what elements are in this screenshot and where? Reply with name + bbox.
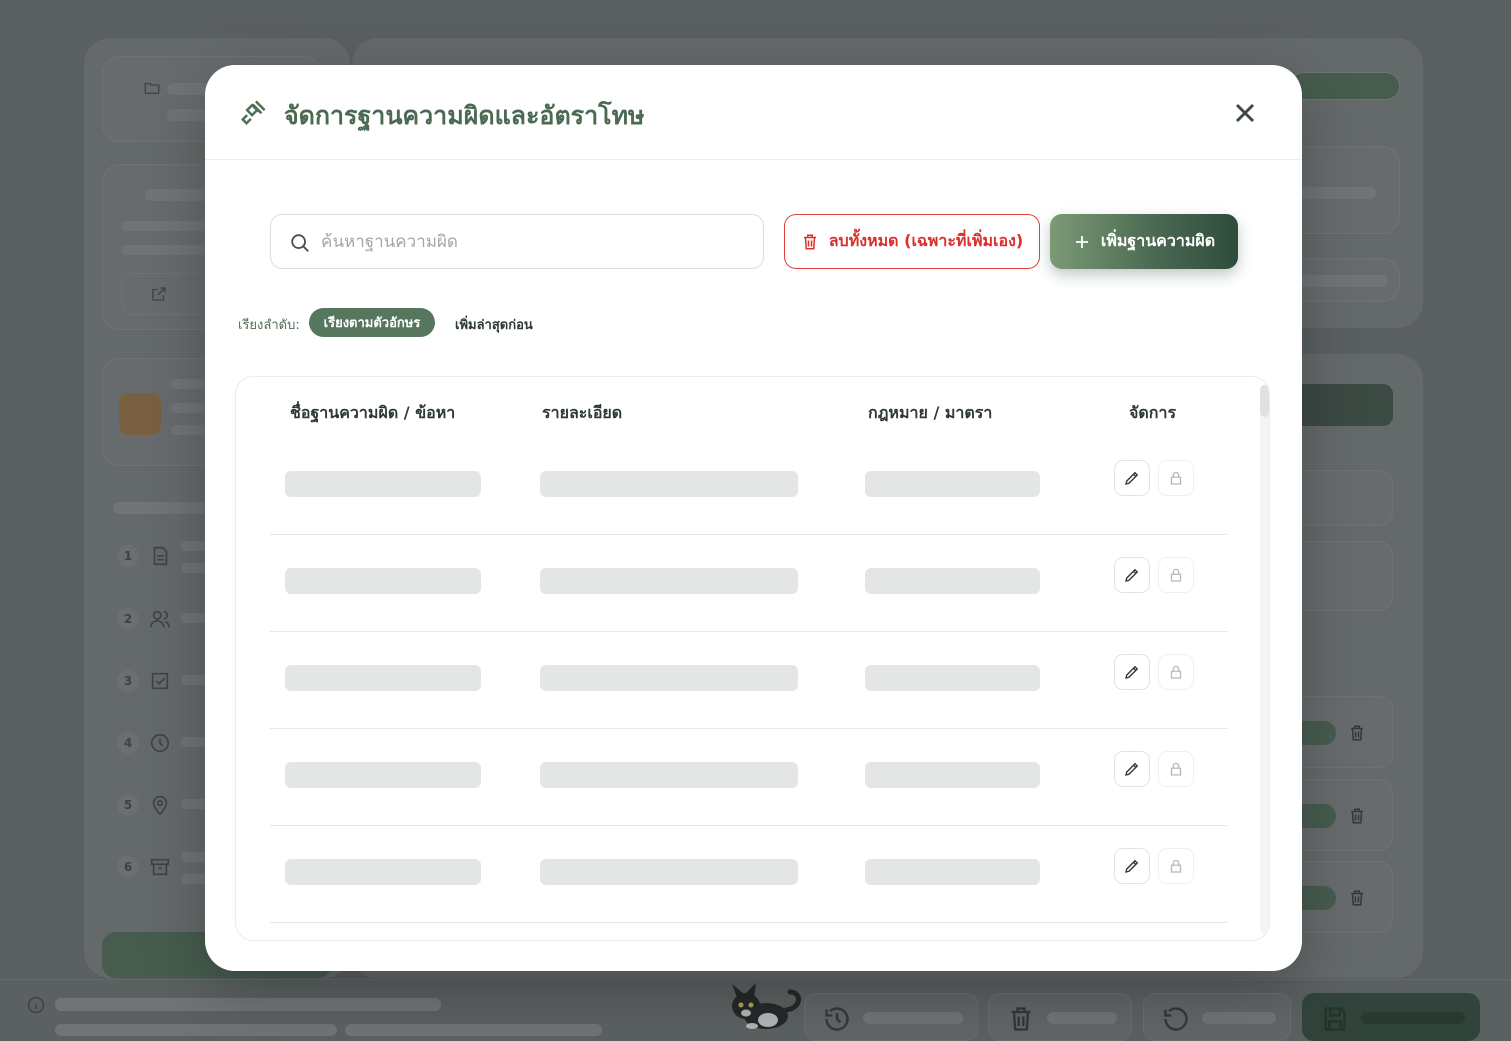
close-button[interactable]: [1229, 97, 1261, 129]
pencil-icon: [1125, 859, 1139, 873]
law-section-skeleton: [865, 568, 1040, 594]
edit-button[interactable]: [1114, 848, 1150, 884]
table-row: [270, 632, 1227, 729]
lock-button: [1158, 654, 1194, 690]
plus-icon: [1075, 235, 1088, 248]
sort-option-alphabetical[interactable]: เรียงตามตัวอักษร: [309, 308, 435, 337]
table-row: [270, 535, 1227, 632]
law-section-skeleton: [865, 665, 1040, 691]
details-skeleton: [540, 762, 798, 788]
column-header-law-section: กฎหมาย / มาตรา: [868, 403, 993, 422]
search-input[interactable]: [321, 223, 751, 261]
manage-offenses-modal: จัดการฐานความผิดและอัตราโทษ ลบทั้งหมด (เ…: [205, 65, 1302, 971]
close-icon: [1235, 103, 1255, 123]
pencil-icon: [1125, 665, 1139, 679]
details-skeleton: [540, 471, 798, 497]
lock-icon: [1170, 762, 1182, 776]
column-header-offense-name: ชื่อฐานความผิด / ข้อหา: [290, 403, 456, 422]
table-row: [270, 438, 1227, 535]
lock-icon: [1170, 859, 1182, 873]
table-row: [270, 729, 1227, 826]
pencil-icon: [1125, 471, 1139, 485]
lock-icon: [1170, 665, 1182, 679]
scrollbar-thumb[interactable]: [1260, 385, 1269, 417]
trash-icon: [803, 234, 816, 249]
offense-name-skeleton: [285, 665, 481, 691]
offense-name-skeleton: [285, 471, 481, 497]
search-icon: [289, 232, 311, 254]
lock-button: [1158, 557, 1194, 593]
lock-button: [1158, 751, 1194, 787]
sort-option-newest[interactable]: เพิ่มล่าสุดก่อน: [455, 314, 533, 335]
law-section-skeleton: [865, 762, 1040, 788]
pencil-icon: [1125, 568, 1139, 582]
column-header-actions: จัดการ: [1129, 403, 1177, 422]
details-skeleton: [540, 665, 798, 691]
details-skeleton: [540, 859, 798, 885]
offense-name-skeleton: [285, 859, 481, 885]
edit-button[interactable]: [1114, 460, 1150, 496]
gavel-icon: [239, 97, 269, 127]
edit-button[interactable]: [1114, 654, 1150, 690]
table-row: [270, 826, 1227, 923]
search-box: [270, 214, 764, 269]
edit-button[interactable]: [1114, 751, 1150, 787]
column-header-details: รายละเอียด: [542, 403, 623, 422]
lock-button: [1158, 848, 1194, 884]
lock-icon: [1170, 568, 1182, 582]
offense-table: ชื่อฐานความผิด / ข้อหา รายละเอียด กฎหมาย…: [235, 376, 1270, 941]
delete-all-label: ลบทั้งหมด (เฉพาะที่เพิ่มเอง): [828, 231, 1024, 250]
lock-icon: [1170, 471, 1182, 485]
add-offense-label: เพิ่มฐานความผิด: [1100, 231, 1216, 250]
law-section-skeleton: [865, 471, 1040, 497]
lock-button: [1158, 460, 1194, 496]
table-scrollbar[interactable]: [1260, 385, 1269, 935]
edit-button[interactable]: [1114, 557, 1150, 593]
law-section-skeleton: [865, 859, 1040, 885]
sort-label: เรียงลำดับ:: [238, 318, 300, 333]
add-offense-button[interactable]: เพิ่มฐานความผิด: [1050, 214, 1238, 269]
offense-name-skeleton: [285, 568, 481, 594]
pencil-icon: [1125, 762, 1139, 776]
details-skeleton: [540, 568, 798, 594]
offense-name-skeleton: [285, 762, 481, 788]
modal-header: จัดการฐานความผิดและอัตราโทษ: [205, 65, 1302, 160]
modal-title: จัดการฐานความผิดและอัตราโทษ: [284, 101, 645, 130]
delete-all-custom-button[interactable]: ลบทั้งหมด (เฉพาะที่เพิ่มเอง): [784, 214, 1040, 269]
